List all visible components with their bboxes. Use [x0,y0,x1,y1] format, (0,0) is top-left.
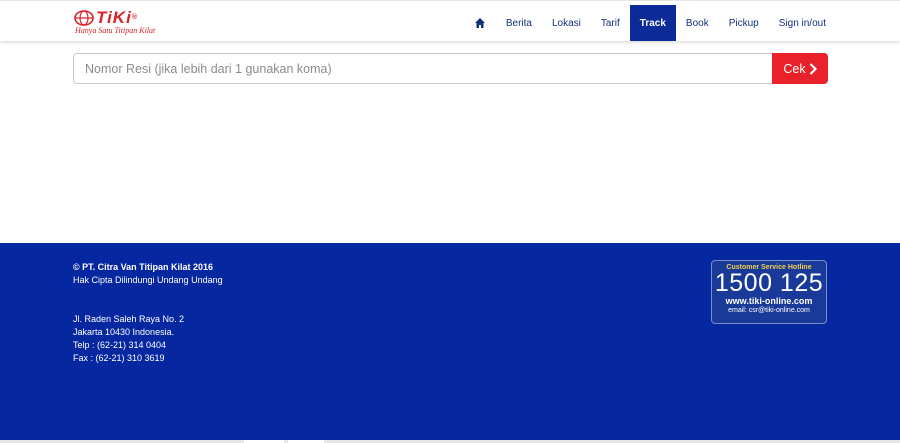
site-header: TiKi® Hanya Satu Titipan Kilat Berita Lo… [0,0,900,41]
site-footer: © PT. Citra Van Titipan Kilat 2016 Hak C… [0,243,900,443]
footer-rights: Hak Cipta Dilindungi Undang Undang [73,275,223,285]
home-icon [474,18,485,28]
footer-address-line2: Jakarta 10430 Indonesia. [73,327,175,337]
nav-track[interactable]: Track [629,5,676,41]
tiki-logo[interactable]: TiKi® Hanya Satu Titipan Kilat [74,9,174,37]
footer-phone: Telp : (62-21) 314 0404 [73,340,167,350]
nav-pickup[interactable]: Pickup [719,5,769,41]
nav-berita[interactable]: Berita [496,5,542,41]
nav-lokasi[interactable]: Lokasi [542,5,591,41]
nav-book[interactable]: Book [676,5,719,41]
hotline-number: 1500 125 [714,269,824,297]
tiki-globe-icon [74,10,94,26]
footer-address-line1: Jl. Raden Saleh Raya No. 2 [73,314,185,324]
logo-tagline: Hanya Satu Titipan Kilat [75,26,156,35]
footer-company-info: © PT. Citra Van Titipan Kilat 2016 Hak C… [73,261,223,365]
main-nav: Berita Lokasi Tarif Track Book Pickup Si… [464,5,836,41]
nav-tarif[interactable]: Tarif [591,5,630,41]
cek-button[interactable]: Cek [772,53,828,84]
footer-copyright: © PT. Citra Van Titipan Kilat 2016 [73,262,214,272]
footer-fax: Fax : (62-21) 310 3619 [73,353,165,363]
tracking-number-input[interactable] [74,54,772,83]
hotline-email: email: csr@tiki-online.com [728,307,810,314]
nav-sign-in-out[interactable]: Sign in/out [769,5,836,41]
logo-wordmark: TiKi® [96,8,138,27]
hotline-website: www.tiki-online.com [725,296,813,306]
cek-button-label: Cek [783,61,806,76]
nav-home[interactable] [464,5,496,41]
customer-service-hotline-badge: Customer Service Hotline 1500 125 www.ti… [711,260,827,324]
tracking-search: Cek [73,53,828,84]
chevron-right-icon [809,62,817,75]
